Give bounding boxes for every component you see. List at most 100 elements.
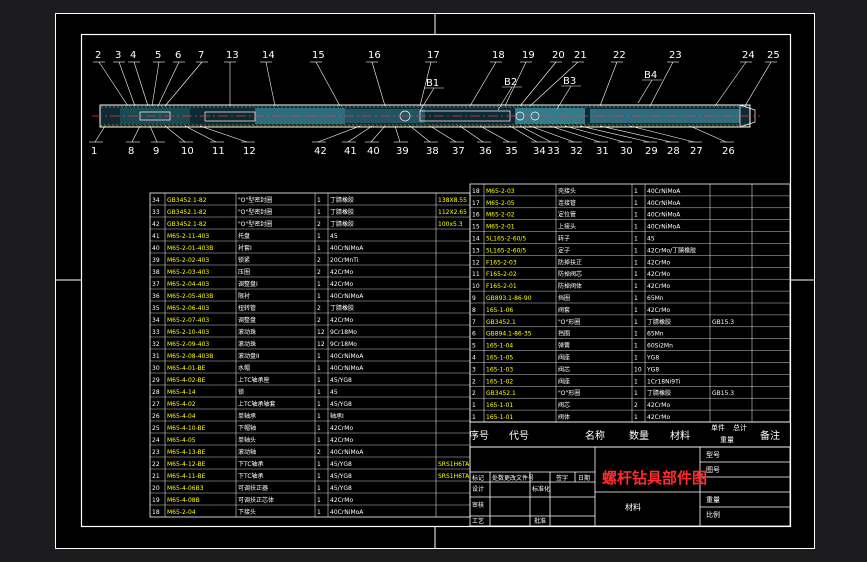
table-cell: 45/YG8 bbox=[330, 401, 352, 408]
callout-top-label: 13 bbox=[226, 50, 239, 61]
table-cell: 7 bbox=[472, 319, 476, 326]
callout-bottom-label: 32 bbox=[570, 146, 583, 157]
header-seq: 序号 bbox=[469, 429, 489, 442]
callout-bottom-label: 39 bbox=[396, 146, 409, 157]
table-cell: 45 bbox=[330, 389, 338, 396]
table-cell: 2 bbox=[634, 402, 638, 409]
table-cell: 阀座 bbox=[558, 354, 570, 362]
table-cell: 锁 bbox=[238, 388, 244, 396]
table-cell: 1 bbox=[634, 331, 638, 338]
callout-top-label: 5 bbox=[155, 50, 161, 61]
table-cell: 35 bbox=[152, 305, 160, 312]
callout-top-label: 25 bbox=[767, 50, 780, 61]
callout-top-label: 6 bbox=[175, 50, 181, 61]
table-cell: 1 bbox=[317, 293, 321, 300]
tb-reviewer: 审核 bbox=[472, 501, 484, 509]
table-cell: 1 bbox=[634, 355, 638, 362]
table-cell: 1 bbox=[634, 200, 638, 207]
table-cell: 丁腈橡胶 bbox=[330, 208, 354, 216]
table-cell: M65-4-14 bbox=[167, 389, 196, 396]
header-material: 材料 bbox=[670, 429, 690, 442]
callout-bottom-label: 38 bbox=[426, 146, 439, 157]
table-cell: 40CrNiMoA bbox=[330, 449, 364, 456]
table-cell: 1 bbox=[317, 353, 321, 360]
table-cell: 1 bbox=[634, 212, 638, 219]
callout-top-label: 18 bbox=[492, 50, 505, 61]
table-cell: 34 bbox=[152, 317, 160, 324]
table-cell: 阀芯 bbox=[558, 401, 570, 409]
table-cell: 40CrNiMoA bbox=[330, 365, 364, 372]
tb-signature: 签字 bbox=[556, 474, 568, 482]
table-cell: 上TC轴承轴套 bbox=[238, 400, 276, 408]
table-cell: GB894.1-86-35 bbox=[486, 331, 532, 338]
header-weight: 重量 bbox=[720, 436, 734, 444]
callout-top-label: 14 bbox=[262, 50, 275, 61]
table-cell: 2 bbox=[317, 269, 321, 276]
table-cell: M65-4-02 bbox=[167, 401, 196, 408]
tb-drawing-no: 图号 bbox=[706, 466, 720, 474]
table-cell: 45/YG8 bbox=[330, 473, 352, 480]
table-cell: 锁紧 bbox=[238, 256, 250, 264]
table-cell: 1 bbox=[317, 401, 321, 408]
table-cell: 42CrMo bbox=[647, 283, 670, 290]
table-cell: 1 bbox=[472, 414, 476, 421]
table-cell: M65-2-04 bbox=[167, 509, 196, 516]
table-cell: YG8 bbox=[646, 366, 659, 373]
table-cell: M65-4-01-BE bbox=[167, 365, 206, 372]
table-cell: 扭转管 bbox=[238, 304, 256, 312]
callout-bottom-label: 11 bbox=[212, 146, 225, 157]
table-cell: "O"型密封圈 bbox=[238, 208, 272, 216]
callout-top-label: 4 bbox=[130, 50, 136, 61]
table-cell: 1 bbox=[317, 437, 321, 444]
table-cell: 28 bbox=[152, 389, 160, 396]
table-cell: 1 bbox=[317, 461, 321, 468]
table-cell: 弹簧 bbox=[558, 342, 570, 350]
table-cell: 40CrNiMoA bbox=[647, 200, 681, 207]
table-cell: 下接头 bbox=[238, 508, 256, 516]
table-cell: 阀体 bbox=[558, 413, 570, 421]
tb-model-no: 型号 bbox=[706, 450, 720, 459]
table-cell: 2 bbox=[317, 449, 321, 456]
tb-count: 处数 bbox=[492, 474, 504, 482]
callout-bottom-label: 12 bbox=[243, 146, 256, 157]
table-cell: SRS1H6TA bbox=[438, 473, 470, 480]
drawing-title: 螺杆钻具部件图 bbox=[602, 469, 707, 487]
section-label: B3 bbox=[563, 76, 576, 87]
table-cell: 20CrMnTi bbox=[330, 257, 359, 264]
table-cell: 13 bbox=[472, 247, 480, 254]
table-cell: 阀套 bbox=[558, 306, 570, 314]
callout-bottom-label: 37 bbox=[452, 146, 465, 157]
table-cell: 阀座 bbox=[558, 377, 570, 385]
table-cell: GB3452.1-82 bbox=[167, 221, 207, 228]
table-cell: 2 bbox=[472, 378, 476, 385]
table-cell: M65-2-11-403 bbox=[167, 233, 209, 240]
table-cell: 165-1-02 bbox=[486, 378, 513, 385]
table-cell: 上TC轴承座 bbox=[238, 376, 270, 384]
table-cell: 1 bbox=[317, 497, 321, 504]
table-cell: 壳接头 bbox=[558, 187, 576, 195]
table-cell: 丁腈橡胶 bbox=[647, 318, 671, 326]
table-cell: 1 bbox=[634, 307, 638, 314]
table-cell: M65-2-09-403 bbox=[167, 341, 209, 348]
header-unit-weight: 单件 bbox=[711, 423, 725, 432]
table-cell: 4 bbox=[472, 355, 476, 362]
table-cell: 压圈 bbox=[238, 269, 250, 276]
table-cell: 40CrNiMoA bbox=[330, 245, 364, 252]
callout-bottom-label: 26 bbox=[722, 146, 735, 157]
table-cell: 19 bbox=[152, 497, 160, 504]
table-cell: 丁腈橡胶 bbox=[330, 196, 354, 204]
table-cell: 138X8.55 bbox=[438, 197, 467, 204]
header-code: 代号 bbox=[509, 430, 529, 442]
table-cell: 滚动珠 bbox=[238, 340, 256, 348]
table-cell: 17 bbox=[472, 200, 480, 207]
table-cell: 滚动珠 bbox=[238, 328, 256, 336]
table-cell: 165-1-01 bbox=[486, 414, 513, 421]
table-cell: M65-2-01 bbox=[486, 224, 515, 231]
table-cell: 42CrMo bbox=[647, 307, 670, 314]
table-cell: 下TC轴承 bbox=[238, 472, 264, 480]
table-cell: 40CrNiMoA bbox=[647, 188, 681, 195]
table-cell: 1 bbox=[317, 425, 321, 432]
table-cell: 限衬 bbox=[238, 292, 250, 300]
table-cell: 1 bbox=[317, 377, 321, 384]
callout-bottom-label: 1 bbox=[91, 146, 97, 157]
